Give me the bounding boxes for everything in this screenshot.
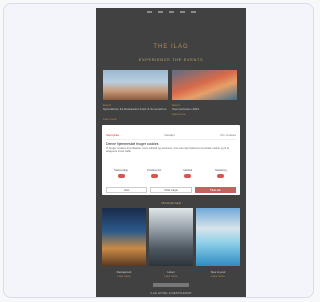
deny-button[interactable]: Afvis	[106, 187, 148, 193]
cookie-title: Denne hjemmeside bruger cookies	[106, 142, 159, 146]
gallery-image-1[interactable]	[102, 208, 146, 266]
gallery-item-1-link[interactable]: Læs mere	[102, 274, 146, 278]
brand-title: THE ILAG	[153, 44, 189, 50]
nav-item[interactable]	[157, 11, 163, 13]
gallery-item-2-link[interactable]: Læs mere	[149, 274, 193, 278]
allow-selection-button[interactable]: Tillad valgte	[150, 187, 192, 193]
toggle-statistics[interactable]: Statistik	[173, 169, 203, 183]
toggle-preferences[interactable]: Præferencer	[139, 169, 169, 183]
cookie-body: Vi bruger cookies til at tilpasse vores …	[106, 147, 230, 153]
gallery-item-3-link[interactable]: Læs mere	[196, 274, 240, 278]
event-2-title[interactable]: Sommerfesten 2024	[172, 107, 237, 111]
toggle-switch[interactable]	[184, 174, 192, 178]
preview-card: THE ILAG EXPERIENCE THE EVENTS Event Nyh…	[3, 3, 314, 298]
allow-all-button[interactable]: Tillad alle	[194, 187, 236, 193]
mobile-page-preview: THE ILAG EXPERIENCE THE EVENTS Event Nyh…	[96, 8, 246, 297]
event-image-1[interactable]	[103, 70, 168, 100]
cookie-tabs: Samtykke Detaljer Om cookies	[106, 133, 236, 140]
toggle-marketing[interactable]: Marketing	[206, 169, 236, 183]
gallery-image-3[interactable]	[196, 208, 240, 266]
nav-item[interactable]	[168, 11, 174, 13]
footer-button[interactable]	[153, 283, 189, 287]
tab-about[interactable]: Om cookies	[220, 133, 236, 139]
nav-item[interactable]	[190, 11, 196, 13]
tab-details[interactable]: Detaljer	[164, 133, 174, 139]
toggle-label: Marketing	[215, 169, 227, 172]
toggle-switch[interactable]	[150, 174, 158, 178]
event-image-2[interactable]	[172, 70, 237, 100]
toggle-switch[interactable]	[117, 174, 125, 178]
cookie-toggles: Nødvendige Præferencer Statistik Marketi…	[106, 169, 236, 183]
nav-item[interactable]	[179, 11, 185, 13]
top-nav	[96, 8, 246, 16]
gallery-image-2[interactable]	[149, 208, 193, 266]
toggle-label: Præferencer	[147, 169, 162, 172]
event-1-link[interactable]: Læs mere	[103, 117, 117, 121]
cookie-consent-dialog: Samtykke Detaljer Om cookies Denne hjemm…	[102, 125, 240, 195]
footer-text: ILAG HOTEL & RESTAURANT	[150, 291, 192, 295]
toggle-label: Nødvendige	[114, 169, 128, 172]
toggle-label: Statistik	[183, 169, 193, 172]
tab-consent[interactable]: Samtykke	[106, 133, 119, 139]
toggle-switch[interactable]	[217, 174, 225, 178]
cookie-buttons: Afvis Tillad valgte Tillad alle	[106, 187, 236, 193]
event-2-link[interactable]: Læs mere	[172, 112, 186, 116]
toggle-necessary[interactable]: Nødvendige	[106, 169, 136, 183]
page-subtitle: EXPERIENCE THE EVENTS	[138, 57, 204, 62]
gallery-title: OPLEVELSER	[161, 201, 181, 205]
nav-item[interactable]	[146, 11, 152, 13]
event-1-title[interactable]: Nyhedsbrev fra Restaurant ILAG & Sommerh…	[103, 107, 168, 111]
